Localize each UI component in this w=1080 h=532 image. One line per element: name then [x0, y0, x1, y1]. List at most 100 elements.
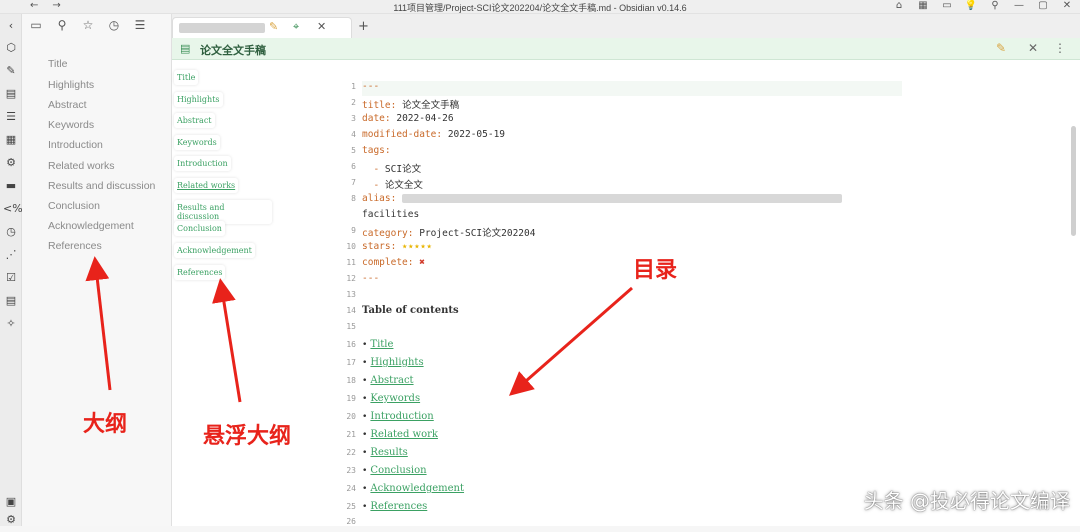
editor-line[interactable]: 12--- [362, 273, 379, 289]
editor-line[interactable]: 2title: 论文全文手稿 [362, 97, 459, 113]
outline-item[interactable]: Results and discussion [48, 180, 155, 192]
floating-outline-item[interactable]: Title [174, 70, 198, 85]
outline-item[interactable]: Introduction [48, 139, 103, 151]
outline-item[interactable]: Acknowledgement [48, 220, 134, 232]
search-icon[interactable]: ⚲ [54, 18, 70, 32]
toc-link[interactable]: Highlights [370, 357, 423, 368]
floating-outline-item[interactable]: Related works [174, 178, 238, 193]
blocks-icon[interactable]: ▦ [3, 132, 19, 148]
active-tab[interactable]: ✎ ⌖ ✕ [172, 17, 352, 38]
editor-line[interactable]: 6 - SCI论文 [362, 161, 421, 177]
editor-line[interactable]: 18•Abstract [362, 375, 414, 391]
tab-bar: ✎ ⌖ ✕ + [172, 14, 1080, 38]
cross-icon: ✖ [419, 257, 425, 268]
toc-link[interactable]: Introduction [370, 411, 433, 422]
star-icon[interactable]: ☆ [80, 18, 96, 32]
graph-icon[interactable]: ⋰ [3, 247, 19, 263]
floating-outline-item[interactable]: Conclusion [174, 221, 225, 236]
toc-link[interactable]: Abstract [370, 375, 413, 386]
outline-item[interactable]: Abstract [48, 99, 87, 111]
toc-link[interactable]: Title [370, 339, 393, 350]
toc-annotation: 目录 [633, 252, 677, 284]
edit-icon[interactable]: ✎ [269, 20, 278, 33]
new-tab-icon[interactable]: + [358, 19, 369, 34]
floating-outline-item[interactable]: Keywords [174, 135, 220, 150]
toc-link[interactable]: Conclusion [370, 465, 426, 476]
editor-line[interactable]: 1--- [362, 81, 379, 97]
editor-line[interactable]: 23•Conclusion [362, 465, 427, 481]
templater-icon[interactable]: <% [3, 201, 19, 217]
toc-link[interactable]: Related work [370, 429, 438, 440]
outline-item[interactable]: References [48, 240, 102, 252]
editor-line[interactable]: 7 - 论文全文 [362, 177, 423, 193]
outline-item[interactable]: Keywords [48, 119, 94, 131]
outline-item[interactable]: Title [48, 58, 67, 70]
more-options-icon[interactable]: ⋮ [1054, 41, 1066, 55]
toc-link[interactable]: Results [370, 447, 407, 458]
floating-outline-item[interactable]: References [174, 265, 225, 280]
toc-link[interactable]: Acknowledgement [370, 483, 464, 494]
floating-outline-item[interactable]: Highlights [174, 92, 223, 107]
edit-mode-icon[interactable]: ✎ [996, 41, 1006, 55]
toc-link[interactable]: Keywords [370, 393, 420, 404]
outline-item[interactable]: Highlights [48, 79, 94, 91]
maximize-icon[interactable]: ▢ [1036, 0, 1050, 11]
editor-pane: Title Highlights Abstract Keywords Intro… [172, 60, 1080, 526]
table-icon[interactable]: ▤ [3, 293, 19, 309]
cube-icon[interactable]: ⬡ [3, 40, 19, 56]
editor-line[interactable]: 5tags: [362, 145, 391, 161]
sidebar-toolbar: ▭ ⚲ ☆ ◷ ☰ [28, 18, 148, 32]
folder-icon[interactable]: ▭ [28, 18, 44, 32]
close-tab-icon[interactable]: ✕ [317, 20, 326, 33]
clock-icon[interactable]: ◷ [3, 224, 19, 240]
bulb-icon[interactable]: 💡 [964, 0, 978, 11]
editor-line[interactable]: 22•Results [362, 447, 408, 463]
outline-item[interactable]: Conclusion [48, 200, 100, 212]
editor-line[interactable]: 24•Acknowledgement [362, 483, 464, 499]
editor-line[interactable]: 20•Introduction [362, 411, 434, 427]
editor-line[interactable]: 4modified-date: 2022-05-19 [362, 129, 505, 145]
calendar-icon[interactable]: ☑ [3, 270, 19, 286]
pen-icon[interactable]: ✎ [3, 63, 19, 79]
floating-outline-item[interactable]: Introduction [174, 156, 231, 171]
toc-link[interactable]: References [370, 501, 427, 512]
window-controls: ⌂ ▦ ▭ 💡 ⚲ — ▢ ✕ [892, 0, 1074, 11]
pin-icon[interactable]: ⚲ [988, 0, 1002, 11]
pin-tab-icon[interactable]: ⌖ [293, 20, 299, 34]
editor-line[interactable]: 25•References [362, 501, 427, 517]
editor-line[interactable]: 10stars: ⭑⭑⭑⭑⭑ [362, 241, 433, 257]
archive-icon[interactable]: ☰ [3, 109, 19, 125]
close-view-icon[interactable]: ✕ [1028, 41, 1038, 55]
editor-scrollbar[interactable] [1071, 126, 1076, 236]
recent-icon[interactable]: ◷ [106, 18, 122, 32]
editor-line[interactable]: 17•Highlights [362, 357, 424, 373]
editor-line[interactable]: 16•Title [362, 339, 393, 355]
editor-line[interactable]: facilities [362, 209, 419, 225]
idea-icon[interactable]: ✧ [3, 316, 19, 332]
editor-line[interactable]: 9category: Project-SCI论文202204 [362, 225, 535, 241]
close-window-icon[interactable]: ✕ [1060, 0, 1074, 11]
editor-line[interactable]: 19•Keywords [362, 393, 420, 409]
terminal-icon[interactable]: ▬ [3, 178, 19, 194]
minimize-icon[interactable]: — [1012, 0, 1026, 11]
left-sidebar: ▭ ⚲ ☆ ◷ ☰ Title Highlights Abstract Keyw… [22, 14, 172, 526]
editor-line[interactable]: 21•Related work [362, 429, 438, 445]
settings-icon[interactable]: ⚙ [3, 155, 19, 171]
star-rating: ⭑⭑⭑⭑⭑ [402, 241, 433, 252]
grid-icon[interactable]: ▦ [916, 0, 930, 11]
window-icon[interactable]: ▭ [940, 0, 954, 11]
editor-line[interactable]: 11complete: ✖ [362, 257, 425, 273]
tab-title-blurred [179, 23, 265, 33]
view-title[interactable]: 论文全文手稿 [200, 42, 266, 58]
new-note-icon[interactable]: ▤ [3, 86, 19, 102]
editor-line[interactable]: 14Table of contents [362, 305, 459, 321]
outline-icon[interactable]: ☰ [132, 18, 148, 32]
editor-line[interactable]: 8alias: [362, 193, 842, 209]
floating-outline-item[interactable]: Acknowledgement [174, 243, 255, 258]
vault-icon[interactable]: ▣ [3, 494, 19, 510]
editor-line[interactable]: 3date: 2022-04-26 [362, 113, 454, 129]
floating-outline-item[interactable]: Abstract [174, 113, 215, 128]
outline-item[interactable]: Related works [48, 160, 115, 172]
collapse-icon[interactable]: ‹ [3, 18, 19, 34]
home-icon[interactable]: ⌂ [892, 0, 906, 11]
